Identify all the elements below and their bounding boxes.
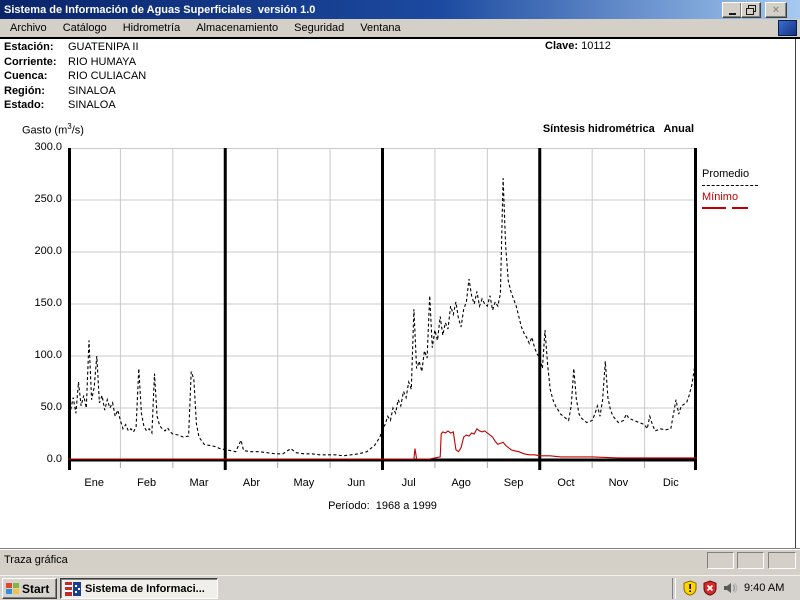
station-field-row: Cuenca: RIO CULIACAN: [4, 69, 146, 84]
menu-item-catalogo[interactable]: Catálogo: [55, 20, 115, 36]
x-tick-label-dic: Dic: [662, 477, 679, 489]
status-bar: Traza gráfica: [0, 548, 800, 575]
window-title: Sistema de Información de Aguas Superfic…: [4, 3, 316, 16]
station-field-label: Región:: [4, 84, 45, 97]
x-tick-label-mar: Mar: [189, 477, 209, 489]
y-tick-label: 0.0: [46, 453, 62, 465]
station-field-value: RIO HUMAYA: [68, 55, 137, 68]
station-field-row: Estación: GUATENIPA II: [4, 40, 146, 55]
period-label: Período: 1968 a 1999: [328, 500, 437, 512]
x-tick-label-ago: Ago: [451, 477, 471, 489]
status-panel-2: [737, 552, 764, 569]
menu-item-seguridad[interactable]: Seguridad: [286, 20, 352, 36]
taskbar-task-label: Sistema de Informaci...: [85, 582, 205, 595]
station-field-label: Estación:: [4, 41, 54, 53]
menu-item-ventana[interactable]: Ventana: [352, 20, 408, 36]
title-bar: Sistema de Información de Aguas Superfic…: [0, 0, 800, 19]
y-tick-label: 50.0: [40, 401, 62, 413]
client-right-border: [795, 39, 796, 548]
start-button-label: Start: [22, 581, 50, 596]
station-field-label: Corriente:: [4, 55, 57, 68]
security-error-shield-icon[interactable]: [702, 580, 718, 596]
station-field-value: GUATENIPA II: [68, 41, 139, 53]
clave-label: Clave:: [545, 40, 579, 52]
desktop: Sistema de Información de Aguas Superfic…: [0, 0, 800, 600]
y-tick-label: 150.0: [34, 297, 62, 309]
x-tick-label-jul: Jul: [401, 477, 416, 489]
close-icon: ×: [772, 4, 780, 16]
taskbar: Start Sistema de Informaci... 9:40 AM: [0, 575, 800, 600]
close-button[interactable]: ×: [765, 2, 787, 18]
legend-minimo-label: Mínimo: [702, 191, 739, 203]
security-alert-shield-icon[interactable]: [682, 580, 698, 596]
plot-svg: [68, 148, 697, 470]
status-panel-1: [707, 552, 734, 569]
taskbar-task-button[interactable]: Sistema de Informaci...: [60, 578, 218, 599]
y-tick-label: 250.0: [34, 193, 62, 205]
station-field-label: Cuenca:: [4, 70, 48, 82]
clave: Clave: 10112: [545, 40, 611, 52]
y-axis-title: Gasto (m3/s): [22, 122, 84, 137]
app-icon: [65, 581, 81, 596]
station-field-value: SINALOA: [68, 84, 116, 97]
x-tick-label-jun: Jun: [347, 477, 366, 489]
x-tick-label-sep: Sep: [503, 477, 524, 489]
volume-speaker-icon[interactable]: [722, 580, 738, 596]
station-field-row: Región: SINALOA: [4, 84, 146, 99]
x-tick-label-nov: Nov: [608, 477, 629, 489]
status-text: Traza gráfica: [4, 554, 68, 566]
x-tick-label-may: May: [293, 477, 315, 489]
legend-promedio-label: Promedio: [702, 168, 750, 180]
menu-item-archivo[interactable]: Archivo: [2, 20, 55, 36]
chart-title: Síntesis hidrométrica Anual: [542, 123, 694, 135]
clave-value: 10112: [581, 40, 611, 52]
start-button[interactable]: Start: [2, 578, 57, 599]
station-field-value: SINALOA: [68, 99, 116, 111]
station-field-row: Estado: SINALOA: [4, 98, 146, 113]
menu-item-hidrometria[interactable]: Hidrometría: [115, 20, 188, 36]
status-panel-3: [768, 552, 796, 569]
x-tick-label-abr: Abr: [242, 477, 261, 489]
taskbar-clock[interactable]: 9:40 AM: [744, 582, 784, 594]
minimize-icon: [728, 13, 736, 15]
restore-icon: [746, 5, 756, 15]
menu-item-almacenamiento[interactable]: Almacenamiento: [188, 20, 286, 36]
station-field-label: Estado:: [4, 99, 45, 111]
mdi-child-icon[interactable]: [778, 20, 797, 36]
station-field-row: Corriente: RIO HUMAYA: [4, 55, 146, 70]
restore-button[interactable]: [741, 2, 761, 18]
station-field-value: RIO CULIACAN: [68, 70, 147, 82]
tray-separator: [672, 578, 676, 599]
x-tick-label-feb: Feb: [137, 477, 157, 489]
x-tick-label-oct: Oct: [557, 477, 575, 489]
y-tick-label: 300.0: [34, 141, 62, 153]
y-tick-label: 100.0: [34, 349, 62, 361]
x-tick-label-ene: Ene: [84, 477, 104, 489]
legend-minimo-line-sample: [702, 207, 748, 209]
y-tick-label: 200.0: [34, 245, 62, 257]
minimize-button[interactable]: [722, 2, 742, 18]
legend-promedio-line-sample: [702, 185, 758, 186]
station-info: Estación: GUATENIPA II Corriente: RIO HUMAY…: [4, 40, 146, 113]
windows-flag-icon: [6, 582, 19, 595]
menu-bar: Archivo Catálogo Hidrometría Almacenamiento…: [0, 19, 800, 37]
